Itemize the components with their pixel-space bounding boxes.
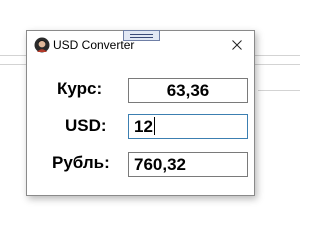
rate-value: 63,36 <box>166 81 210 100</box>
rub-value: 760,32 <box>134 155 186 174</box>
usd-input[interactable]: 12 <box>128 114 248 139</box>
avatar-icon <box>34 37 50 53</box>
close-button[interactable] <box>222 32 252 58</box>
desktop: USD Converter Курс: 63,36 USD: 12 Рубль:… <box>0 0 300 221</box>
rub-field[interactable]: 760,32 <box>128 152 248 177</box>
rub-label: Рубль: <box>52 153 110 172</box>
usd-label: USD: <box>65 116 107 135</box>
rate-field[interactable]: 63,36 <box>128 78 248 103</box>
usd-value: 12 <box>134 117 153 136</box>
converter-window: USD Converter Курс: 63,36 USD: 12 Рубль:… <box>26 30 255 196</box>
close-icon <box>232 40 242 50</box>
drag-handle[interactable] <box>123 30 160 41</box>
text-caret <box>153 117 155 135</box>
rate-label: Курс: <box>57 79 103 98</box>
background-line <box>258 90 300 91</box>
